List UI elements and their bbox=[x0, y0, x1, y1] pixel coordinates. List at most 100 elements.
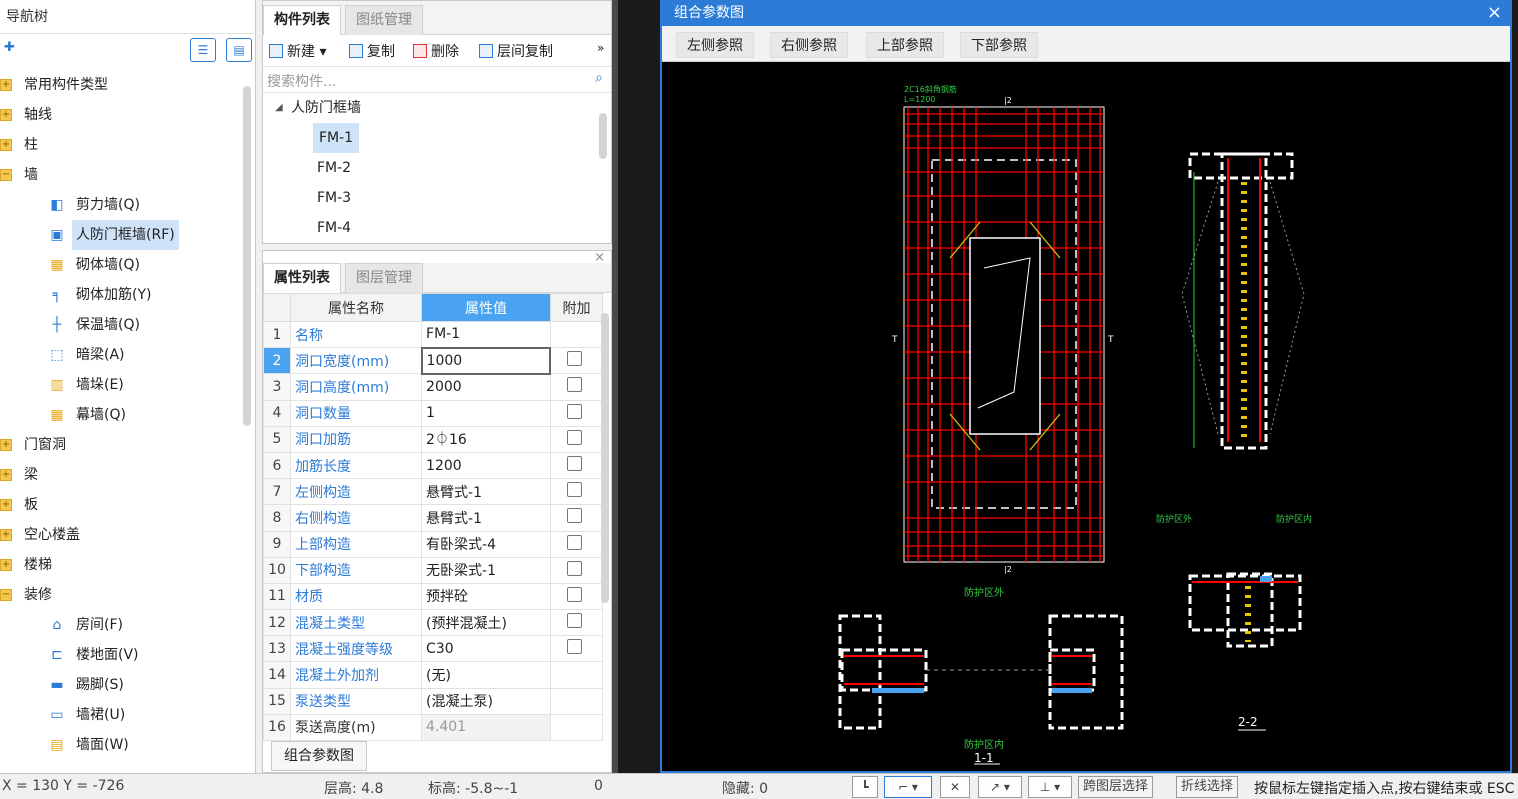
tree-item[interactable]: ▣ 人防门框墙(RF) bbox=[0, 220, 240, 250]
table-row[interactable]: 12 混凝土类型 (预拌混凝土) bbox=[262, 609, 604, 637]
tab-drawing-management[interactable]: 图纸管理 bbox=[345, 5, 423, 35]
tab-component-list[interactable]: 构件列表 bbox=[263, 5, 341, 35]
table-row[interactable]: 4 洞口数量 1 bbox=[262, 399, 604, 427]
tree-item[interactable]: − 墙 bbox=[0, 160, 240, 190]
tree-item[interactable]: + 常用构件类型 bbox=[0, 70, 240, 100]
tree-item[interactable]: − 装修 bbox=[0, 580, 240, 610]
add-type-icon[interactable]: ✚ bbox=[4, 40, 15, 55]
tree-item[interactable]: + 梁 bbox=[0, 460, 240, 490]
table-row[interactable]: 13 混凝土强度等级 C30 bbox=[262, 635, 604, 663]
property-value[interactable]: 无卧梁式-1 bbox=[421, 556, 551, 584]
tree-item[interactable]: ◧ 剪力墙(Q) bbox=[0, 190, 240, 220]
property-value[interactable]: (无) bbox=[421, 661, 551, 689]
tree-item[interactable]: + 楼梯 bbox=[0, 550, 240, 580]
right-reference-button[interactable]: 右侧参照 bbox=[770, 32, 848, 58]
property-value[interactable]: 悬臂式-1 bbox=[421, 504, 551, 532]
component-item[interactable]: FM-3 bbox=[263, 183, 611, 213]
table-row[interactable]: 11 材质 预拌砼 bbox=[262, 582, 604, 611]
component-item[interactable]: FM-4 bbox=[263, 213, 611, 243]
property-scrollbar[interactable] bbox=[601, 313, 609, 603]
table-row[interactable]: 15 泵送类型 (混凝土泵) bbox=[262, 687, 604, 715]
new-button[interactable]: 新建 ▾ bbox=[269, 41, 326, 61]
table-row[interactable]: 3 洞口高度(mm) 2000 bbox=[262, 373, 604, 401]
tab-layer-management[interactable]: 图层管理 bbox=[345, 263, 423, 293]
tree-item[interactable]: ▬ 踢脚(S) bbox=[0, 670, 240, 700]
tree-item[interactable]: + 门窗洞 bbox=[0, 430, 240, 460]
property-value[interactable]: (混凝土泵) bbox=[421, 687, 551, 715]
property-value[interactable]: (预拌混凝土) bbox=[421, 609, 551, 637]
folder-plus-icon[interactable]: + bbox=[0, 439, 12, 451]
folder-plus-icon[interactable]: + bbox=[0, 529, 12, 541]
polyline-select-button[interactable]: 折线选择 bbox=[1176, 776, 1239, 798]
align-tool-icon[interactable]: ⊥ ▾ bbox=[1028, 776, 1072, 798]
search-icon[interactable]: ⌕ bbox=[595, 70, 603, 86]
tree-item[interactable]: ⌂ 房间(F) bbox=[0, 610, 240, 640]
top-reference-button[interactable]: 上部参照 bbox=[866, 32, 944, 58]
tree-item[interactable]: ┼ 保温墙(Q) bbox=[0, 310, 240, 340]
extra-checkbox[interactable] bbox=[566, 586, 582, 602]
folder-minus-icon[interactable]: − bbox=[0, 169, 12, 181]
component-group[interactable]: ◢ 人防门框墙 bbox=[263, 93, 611, 123]
component-item[interactable]: FM-2 bbox=[263, 153, 611, 183]
left-reference-button[interactable]: 左侧参照 bbox=[676, 32, 754, 58]
property-value[interactable]: FM-1 bbox=[421, 320, 551, 349]
tree-item[interactable]: ▭ 墙裙(U) bbox=[0, 700, 240, 730]
floor-copy-button[interactable]: 层间复制 bbox=[479, 41, 553, 61]
tree-item[interactable]: ▤ 墙面(W) bbox=[0, 730, 240, 760]
extra-checkbox[interactable] bbox=[566, 508, 582, 524]
extra-checkbox[interactable] bbox=[566, 534, 582, 550]
table-row[interactable]: 7 左侧构造 悬臂式-1 bbox=[262, 478, 604, 506]
detail-view-icon[interactable]: ▤ bbox=[226, 38, 252, 62]
tree-item[interactable]: + 轴线 bbox=[0, 100, 240, 130]
folder-plus-icon[interactable]: + bbox=[0, 109, 12, 121]
nav-scrollbar[interactable] bbox=[243, 86, 251, 426]
tab-property-list[interactable]: 属性列表 bbox=[263, 263, 341, 293]
extra-checkbox[interactable] bbox=[566, 456, 582, 472]
table-row[interactable]: 16 泵送高度(m) 4.401 bbox=[262, 713, 604, 742]
dim-tool-icon[interactable]: ↗ ▾ bbox=[978, 776, 1022, 798]
property-value[interactable]: 4.401 bbox=[421, 713, 551, 742]
property-value[interactable]: 2000 bbox=[421, 373, 551, 401]
cross-select-icon[interactable]: ✕ bbox=[940, 776, 970, 798]
extra-checkbox[interactable] bbox=[566, 377, 582, 393]
tree-item[interactable]: ▥ 墙垛(E) bbox=[0, 370, 240, 400]
component-search[interactable]: 搜索构件... ⌕ bbox=[263, 67, 611, 93]
component-item[interactable]: FM-1 bbox=[263, 123, 611, 153]
tree-item[interactable]: + 柱 bbox=[0, 130, 240, 160]
component-scrollbar[interactable] bbox=[599, 113, 607, 159]
tree-item[interactable]: ▦ 幕墙(Q) bbox=[0, 400, 240, 430]
table-row[interactable]: 10 下部构造 无卧梁式-1 bbox=[262, 556, 604, 584]
table-row[interactable]: 8 右侧构造 悬臂式-1 bbox=[262, 504, 604, 532]
table-row[interactable]: 5 洞口加筋 2⏀16 bbox=[262, 425, 604, 453]
folder-plus-icon[interactable]: + bbox=[0, 79, 12, 91]
cross-layer-select-button[interactable]: 跨图层选择 bbox=[1078, 776, 1154, 798]
property-value[interactable]: 有卧梁式-4 bbox=[421, 530, 551, 558]
extra-checkbox[interactable] bbox=[566, 429, 582, 445]
tree-item[interactable]: + 板 bbox=[0, 490, 240, 520]
folder-plus-icon[interactable]: + bbox=[0, 469, 12, 481]
tree-item[interactable]: + 空心楼盖 bbox=[0, 520, 240, 550]
collapse-arrow-icon[interactable]: ◢ bbox=[275, 93, 283, 123]
search-input[interactable]: 搜索构件... bbox=[267, 71, 336, 91]
extra-checkbox[interactable] bbox=[566, 403, 582, 419]
property-value[interactable]: 2⏀16 bbox=[421, 425, 551, 453]
extra-checkbox[interactable] bbox=[566, 613, 582, 629]
list-view-icon[interactable]: ☰ bbox=[190, 38, 216, 62]
snap-icon[interactable]: ⌐ ▾ bbox=[884, 776, 932, 798]
property-value[interactable]: 1 bbox=[421, 399, 551, 427]
bottom-reference-button[interactable]: 下部参照 bbox=[960, 32, 1038, 58]
extra-checkbox[interactable] bbox=[566, 482, 582, 498]
extra-checkbox[interactable] bbox=[567, 351, 583, 367]
more-button[interactable]: » bbox=[597, 41, 604, 55]
folder-plus-icon[interactable]: + bbox=[0, 559, 12, 571]
folder-minus-icon[interactable]: − bbox=[0, 589, 12, 601]
ortho-icon[interactable]: ┗ bbox=[852, 776, 878, 798]
extra-checkbox[interactable] bbox=[566, 639, 582, 655]
table-row[interactable]: 14 混凝土外加剂 (无) bbox=[262, 661, 604, 689]
property-value[interactable]: 悬臂式-1 bbox=[421, 478, 551, 506]
table-row[interactable]: 6 加筋长度 1200 bbox=[262, 451, 604, 480]
property-value[interactable]: 1000 bbox=[420, 346, 552, 375]
tree-item[interactable]: ⬚ 暗梁(A) bbox=[0, 340, 240, 370]
combo-param-button[interactable]: 组合参数图 bbox=[271, 741, 367, 771]
close-icon[interactable]: × bbox=[1487, 2, 1502, 24]
